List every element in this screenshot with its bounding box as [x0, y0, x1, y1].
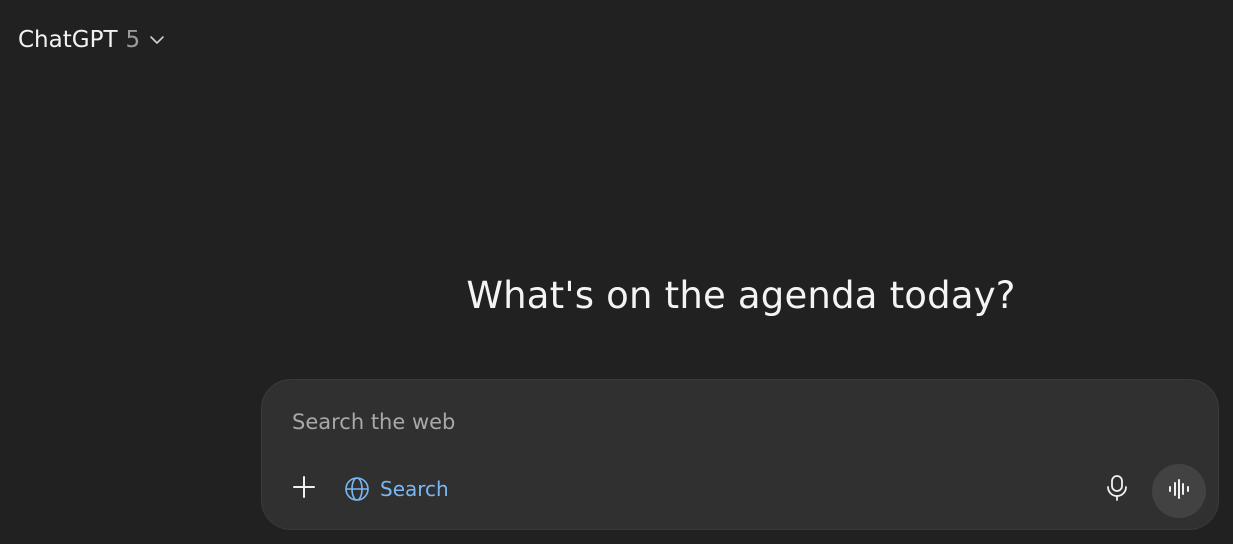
- search-tool-label: Search: [380, 477, 449, 501]
- model-name: ChatGPT: [18, 27, 118, 53]
- plus-icon: [292, 475, 316, 503]
- chat-app: ChatGPT 5 What's on the agenda today? Se…: [0, 0, 1233, 544]
- model-version: 5: [125, 27, 141, 53]
- prompt-composer: Search: [261, 379, 1219, 530]
- add-attachment-button[interactable]: [288, 473, 320, 505]
- prompt-input[interactable]: [292, 404, 1172, 440]
- globe-icon: [344, 476, 370, 502]
- voice-mode-button[interactable]: [1152, 464, 1206, 518]
- chevron-down-icon: [148, 31, 166, 49]
- microphone-icon: [1106, 474, 1128, 506]
- dictate-button[interactable]: [1100, 473, 1134, 507]
- voice-waveform-icon: [1167, 479, 1191, 503]
- model-selector[interactable]: ChatGPT 5: [12, 22, 172, 58]
- page-title: What's on the agenda today?: [466, 274, 1016, 317]
- search-tool-button[interactable]: Search: [340, 472, 455, 506]
